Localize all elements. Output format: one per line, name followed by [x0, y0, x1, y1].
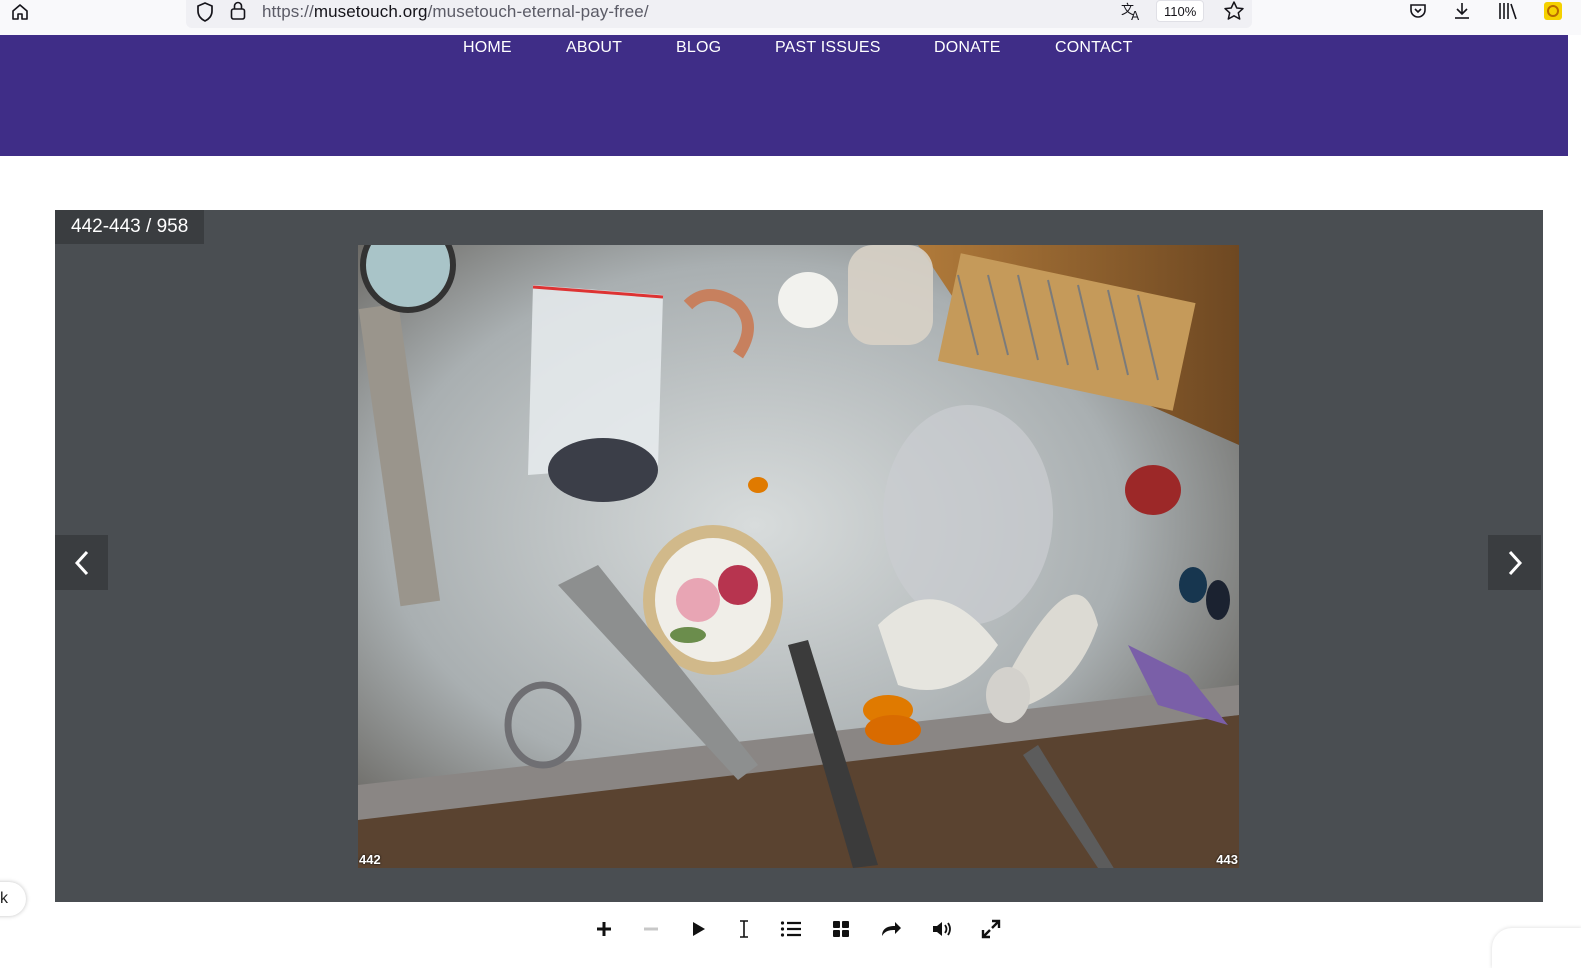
browser-toolbar: https://musetouch.org/musetouch-eternal-…	[0, 0, 1581, 35]
text-select-button[interactable]	[730, 914, 758, 944]
site-navigation: HOME ABOUT BLOG PAST ISSUES DONATE CONTA…	[0, 35, 1568, 156]
shield-icon[interactable]	[194, 1, 216, 28]
share-button[interactable]	[877, 914, 905, 944]
flipbook-viewer: 442-443 / 958 442 443	[55, 210, 1543, 902]
nav-blog[interactable]: BLOG	[676, 39, 721, 57]
fullscreen-button[interactable]	[977, 914, 1005, 944]
thumbnails-button[interactable]	[827, 914, 855, 944]
page-spread[interactable]: 442 443	[358, 245, 1239, 868]
translate-icon[interactable]: 文A	[1120, 0, 1144, 27]
url-bar[interactable]: https://musetouch.org/musetouch-eternal-…	[186, 0, 1252, 28]
flipbook-toolbar	[590, 914, 1010, 944]
share-icon	[882, 922, 901, 936]
nav-donate[interactable]: DONATE	[934, 39, 1001, 57]
play-button[interactable]	[684, 914, 712, 944]
workbench-photo	[358, 245, 1239, 868]
chevron-left-icon	[74, 550, 88, 575]
next-page-button[interactable]	[1488, 535, 1541, 590]
sound-button[interactable]	[928, 914, 956, 944]
side-feedback-tab[interactable]: k	[0, 882, 26, 916]
download-icon[interactable]	[1450, 0, 1474, 22]
sound-icon	[933, 922, 951, 936]
play-icon	[693, 922, 705, 936]
nav-about[interactable]: ABOUT	[566, 39, 622, 57]
page-counter: 442-443 / 958	[55, 210, 205, 244]
zoom-in-icon	[597, 922, 611, 936]
table-of-contents-button[interactable]	[777, 914, 805, 944]
lock-icon[interactable]	[228, 0, 248, 27]
nav-home[interactable]: HOME	[463, 39, 512, 57]
zoom-level-badge[interactable]: 110%	[1156, 0, 1205, 22]
zoom-out-button[interactable]	[637, 914, 665, 944]
corner-widget[interactable]	[1492, 928, 1581, 968]
table-of-contents-icon	[780, 921, 801, 937]
text-select-icon	[740, 920, 748, 938]
nav-contact[interactable]: CONTACT	[1055, 39, 1133, 57]
url-text[interactable]: https://musetouch.org/musetouch-eternal-…	[262, 2, 649, 22]
svg-text:A: A	[1131, 9, 1140, 22]
chevron-right-icon	[1508, 550, 1522, 575]
fullscreen-icon	[981, 919, 1001, 939]
zoom-in-button[interactable]	[590, 914, 618, 944]
star-icon[interactable]	[1222, 0, 1246, 27]
nav-past-issues[interactable]: PAST ISSUES	[775, 39, 881, 57]
zoom-out-icon	[644, 927, 658, 931]
home-icon[interactable]	[6, 0, 34, 24]
thumbnails-icon	[833, 921, 849, 937]
right-page-number: 443	[1216, 852, 1238, 867]
library-icon[interactable]	[1496, 0, 1520, 22]
left-page-number: 442	[359, 852, 381, 867]
pocket-icon[interactable]	[1406, 0, 1430, 22]
previous-page-button[interactable]	[55, 535, 108, 590]
extension-icon[interactable]	[1541, 0, 1565, 22]
